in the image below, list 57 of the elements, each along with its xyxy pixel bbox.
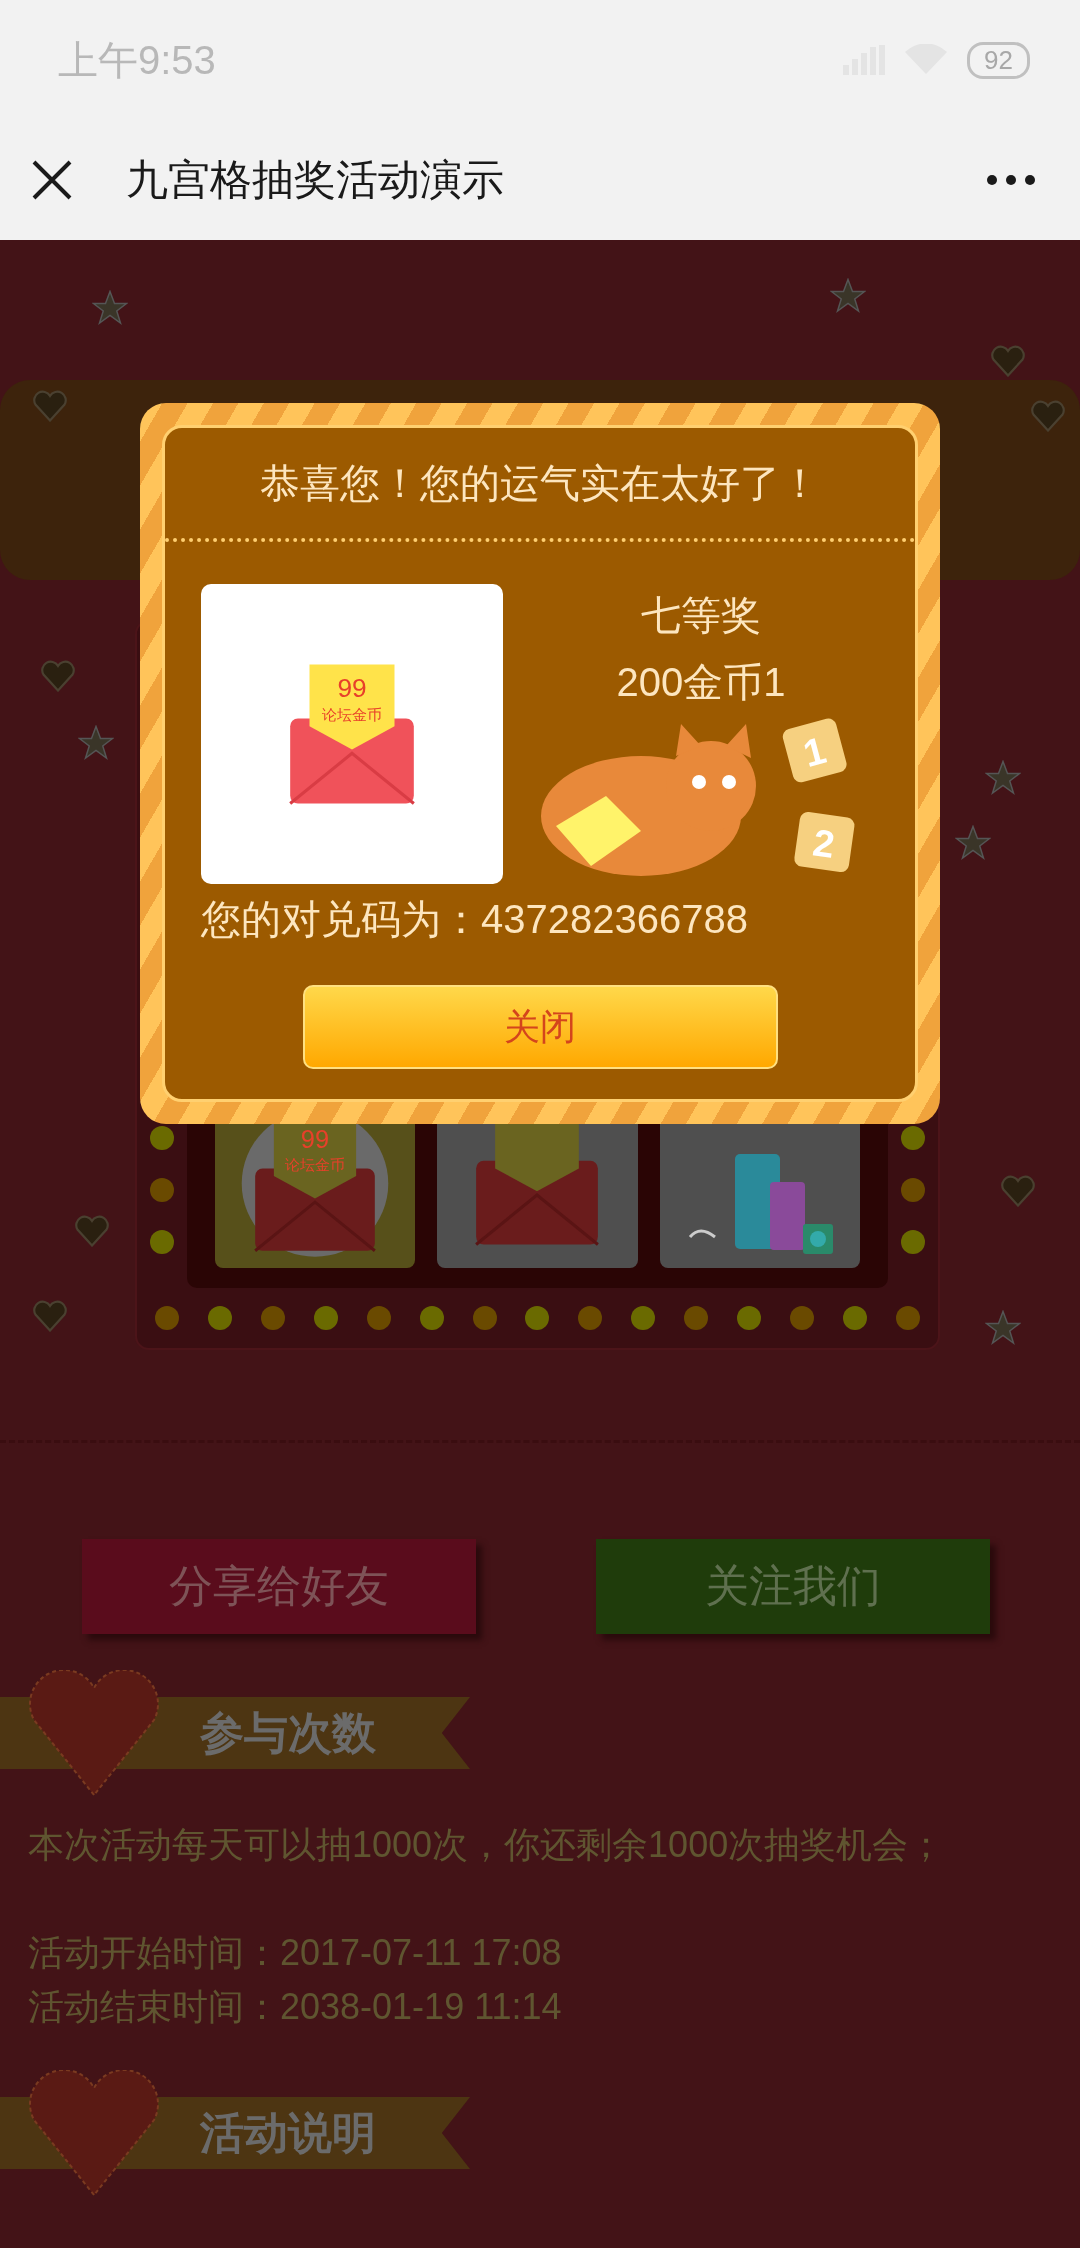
dialog-title: 恭喜您！您的运气实在太好了！ xyxy=(165,428,915,542)
prize-detail: 200金币1 xyxy=(616,659,786,706)
coin-amount: 99 xyxy=(301,1124,330,1153)
status-time: 上午9:53 xyxy=(58,36,216,84)
light-dot xyxy=(895,1306,920,1330)
star-icon xyxy=(985,1310,1021,1346)
dice-number: 1 xyxy=(798,729,831,776)
heart-icon xyxy=(40,660,76,692)
dice-number: 2 xyxy=(810,821,838,866)
info-paragraph: 本次活动每天可以抽1000次，你还剩余1000次抽奖机会； xyxy=(27,1823,946,1867)
light-dot xyxy=(150,1230,174,1254)
light-dot xyxy=(525,1306,550,1330)
light-dot xyxy=(472,1306,497,1330)
light-dot xyxy=(207,1306,232,1330)
star-icon xyxy=(830,278,866,314)
light-dot xyxy=(155,1306,179,1330)
heart-icon xyxy=(990,345,1026,377)
heart-icon xyxy=(32,1300,68,1332)
coin-label: 论坛金币 xyxy=(322,706,382,724)
close-icon[interactable] xyxy=(30,158,74,202)
light-dot xyxy=(419,1306,444,1330)
light-dot xyxy=(790,1306,815,1330)
light-dot xyxy=(631,1306,656,1330)
light-dot xyxy=(150,1126,174,1150)
redeem-code: 您的对兑码为：437282366788 xyxy=(201,896,749,943)
light-dot xyxy=(684,1306,709,1330)
light-dot xyxy=(313,1306,338,1330)
light-dot xyxy=(737,1306,762,1330)
light-dot xyxy=(901,1126,925,1150)
page-title: 九宫格抽奖活动演示 xyxy=(126,155,505,205)
coin-label: 论坛金币 xyxy=(285,1156,346,1173)
coin-amount: 99 xyxy=(337,672,367,703)
close-button[interactable]: 关闭 xyxy=(302,985,778,1069)
heart-icon xyxy=(1000,1175,1036,1207)
section-title: 活动说明 xyxy=(200,2106,376,2159)
heart-icon xyxy=(32,390,68,422)
star-icon xyxy=(92,290,128,326)
info-line: 活动开始时间：2017-07-11 17:08 xyxy=(27,1931,563,1975)
light-dot xyxy=(578,1306,603,1330)
star-icon xyxy=(955,825,991,861)
star-icon xyxy=(985,760,1021,796)
prize-name: 七等奖 xyxy=(641,592,761,639)
light-dot xyxy=(150,1178,174,1202)
light-dot xyxy=(366,1306,391,1330)
section-title: 参与次数 xyxy=(200,1706,376,1759)
heart-icon xyxy=(1030,400,1066,432)
light-dot xyxy=(843,1306,867,1330)
more-icon[interactable] xyxy=(986,174,1036,186)
star-icon xyxy=(78,725,114,761)
battery-icon: 92 xyxy=(967,41,1030,79)
share-button[interactable]: 分享给好友 xyxy=(82,1539,476,1634)
follow-button[interactable]: 关注我们 xyxy=(596,1539,990,1634)
info-line: 活动结束时间：2038-01-19 11:14 xyxy=(27,1985,563,2029)
light-dot xyxy=(260,1306,285,1330)
light-dot xyxy=(901,1230,925,1254)
light-dot xyxy=(901,1178,925,1202)
heart-icon xyxy=(74,1215,110,1247)
